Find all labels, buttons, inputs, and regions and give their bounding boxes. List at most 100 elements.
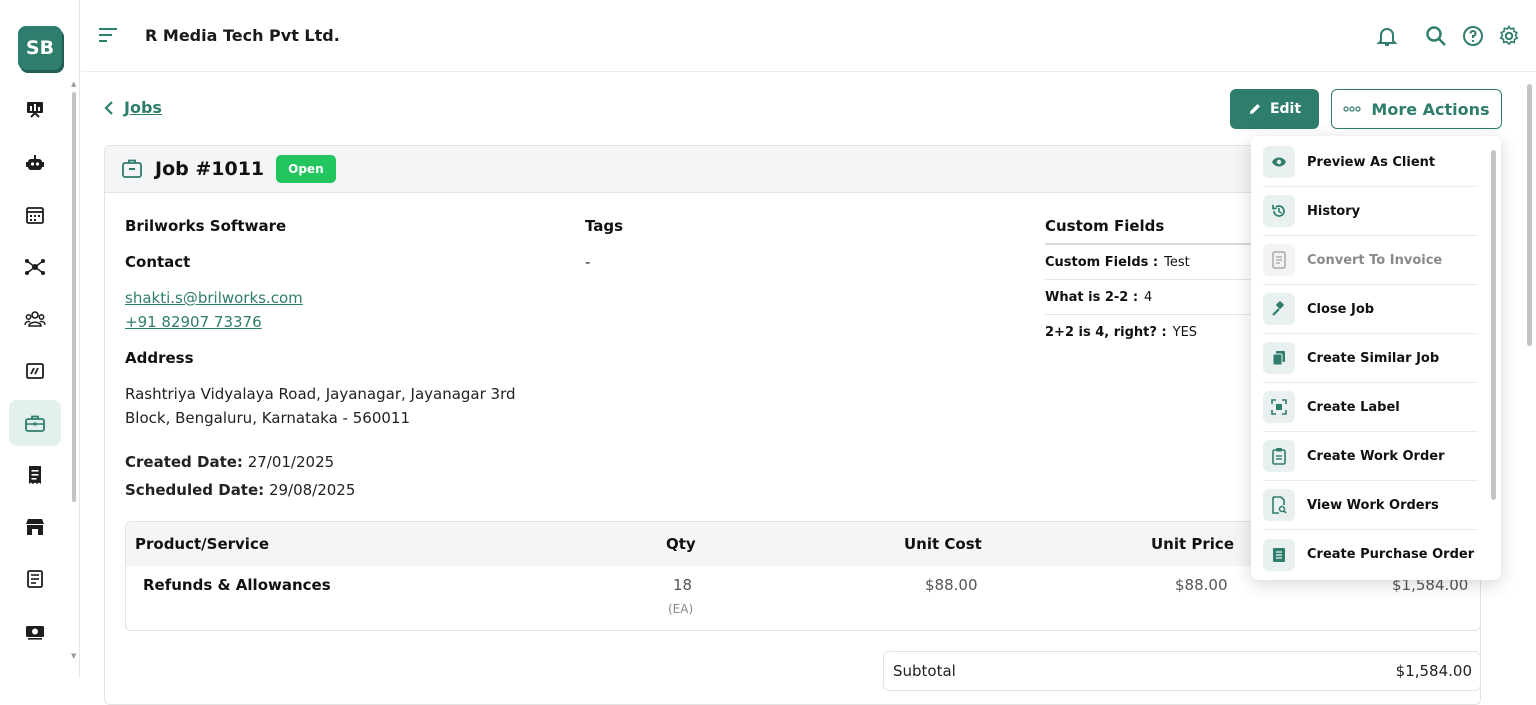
status-badge: Open [276, 155, 336, 183]
address-line-2: Block, Bengaluru, Karnataka - 560011 [125, 409, 410, 427]
presentation-chart-icon [27, 102, 43, 118]
purchase-order-icon [1263, 538, 1295, 571]
cell-unit-cost: $88.00 [925, 576, 978, 594]
menu-toggle-icon[interactable] [99, 26, 119, 44]
top-bar: R Media Tech Pvt Ltd. [81, 0, 1536, 72]
sidebar: SB ▲ ▼ [0, 0, 80, 678]
menu-item-label: Convert To Invoice [1307, 252, 1443, 268]
store-icon [26, 519, 44, 535]
sidebar-item-payments[interactable] [9, 608, 61, 654]
gavel-icon [1263, 293, 1295, 325]
company-name: R Media Tech Pvt Ltd. [145, 26, 340, 45]
eye-icon [1263, 146, 1295, 178]
cell-qty: 18 [673, 576, 693, 594]
sidebar-scrollbar[interactable]: ▲ ▼ [70, 80, 78, 662]
sidebar-item-calendar[interactable] [9, 192, 61, 238]
sidebar-item-documents[interactable] [9, 556, 61, 602]
scan-icon [1263, 391, 1295, 423]
custom-field-label: Custom Fields : [1045, 254, 1159, 270]
address-line-1: Rashtriya Vidyalaya Road, Jayanagar, Jay… [125, 385, 516, 403]
created-date-label: Created Date: [125, 453, 243, 471]
col-qty: Qty [666, 535, 696, 553]
subtotal-value: $1,584.00 [1395, 662, 1472, 680]
sidebar-scroll-thumb[interactable] [72, 92, 76, 502]
users-icon [24, 311, 46, 327]
cell-unit-price: $88.00 [1175, 576, 1228, 594]
sidebar-item-dashboard[interactable] [9, 87, 61, 133]
subtotal-label: Subtotal [893, 662, 956, 680]
menu-item-label: View Work Orders [1307, 497, 1439, 513]
menu-scroll-thumb[interactable] [1491, 150, 1496, 500]
menu-item-create-label[interactable]: Create Label [1263, 383, 1478, 432]
robot-icon [26, 155, 44, 170]
document-search-icon [1263, 489, 1295, 521]
menu-item-history[interactable]: History [1263, 187, 1478, 236]
col-unit-price: Unit Price [1151, 535, 1234, 553]
cell-product: Refunds & Allowances [143, 576, 331, 594]
custom-field-value: YES [1172, 325, 1198, 340]
scroll-down-arrow-icon[interactable]: ▼ [71, 652, 77, 660]
gear-icon[interactable] [1497, 24, 1521, 48]
sidebar-item-clients[interactable] [9, 296, 61, 342]
clipboard-icon [1263, 440, 1295, 472]
menu-item-label: Create Purchase Order [1307, 547, 1475, 562]
client-name: Brilworks Software [125, 217, 287, 235]
created-date-value: 27/01/2025 [247, 453, 335, 471]
scheduled-date-label: Scheduled Date: [125, 481, 265, 499]
back-to-jobs-link[interactable]: Jobs [104, 98, 162, 117]
more-actions-menu: Preview As Client History Convert To Inv… [1251, 136, 1501, 580]
address-heading: Address [125, 349, 194, 367]
history-icon [1263, 195, 1295, 227]
bell-icon[interactable] [1375, 24, 1399, 48]
document-list-icon [27, 570, 43, 588]
page-scrollbar[interactable] [1524, 72, 1536, 678]
custom-field-value: 4 [1144, 289, 1153, 305]
edit-button[interactable]: Edit [1230, 89, 1319, 129]
scheduled-date: Scheduled Date: 29/08/2025 [125, 481, 355, 499]
calendar-icon [26, 207, 44, 224]
briefcase-icon [25, 415, 45, 432]
ellipsis-icon [1343, 106, 1362, 112]
contact-phone-link[interactable]: +91 82907 73376 [125, 313, 262, 331]
col-unit-cost: Unit Cost [904, 535, 982, 553]
sidebar-item-network[interactable] [9, 244, 61, 290]
more-actions-label: More Actions [1371, 99, 1490, 119]
menu-item-label: Create Similar Job [1307, 350, 1440, 366]
custom-field-label: 2+2 is 4, right? : [1045, 325, 1167, 340]
tags-heading: Tags [585, 217, 624, 235]
sidebar-item-invoices[interactable] [9, 452, 61, 498]
menu-item-view-work-orders[interactable]: View Work Orders [1263, 481, 1478, 530]
menu-scrollbar[interactable] [1490, 142, 1497, 574]
logo-text: SB [25, 37, 55, 59]
cell-unit: (EA) [668, 602, 694, 616]
menu-item-preview-as-client[interactable]: Preview As Client [1263, 138, 1478, 187]
help-icon[interactable] [1461, 24, 1485, 48]
menu-item-label: Preview As Client [1307, 154, 1436, 170]
tags-value: - [585, 253, 591, 271]
menu-item-create-similar-job[interactable]: Create Similar Job [1263, 334, 1478, 383]
menu-item-convert-to-invoice[interactable]: Convert To Invoice [1263, 236, 1478, 285]
custom-field-row: Custom Fields : Test [1045, 245, 1255, 280]
invoice-icon [1263, 244, 1295, 276]
custom-fields-heading: Custom Fields [1045, 217, 1255, 245]
more-actions-button[interactable]: More Actions [1331, 89, 1502, 129]
chevron-left-icon [104, 100, 113, 115]
sidebar-item-jobs[interactable] [9, 400, 61, 446]
sidebar-item-reports[interactable] [9, 348, 61, 394]
menu-item-close-job[interactable]: Close Job [1263, 285, 1478, 334]
sidebar-item-ai[interactable] [9, 140, 61, 186]
custom-field-row: What is 2-2 : 4 [1045, 280, 1255, 315]
job-badge-icon [122, 159, 142, 178]
menu-item-label: History [1307, 203, 1361, 219]
app-logo[interactable]: SB [18, 26, 62, 70]
menu-item-create-purchase-order[interactable]: Create Purchase Order [1263, 530, 1478, 579]
menu-item-create-work-order[interactable]: Create Work Order [1263, 432, 1478, 481]
page-scroll-thumb[interactable] [1527, 84, 1532, 346]
contact-email-link[interactable]: shakti.s@brilworks.com [125, 289, 303, 307]
back-label: Jobs [124, 98, 162, 117]
sidebar-item-store[interactable] [9, 504, 61, 550]
contact-heading: Contact [125, 253, 191, 271]
scroll-up-arrow-icon[interactable]: ▲ [71, 80, 77, 88]
col-product: Product/Service [135, 535, 270, 553]
search-icon[interactable] [1424, 24, 1448, 48]
